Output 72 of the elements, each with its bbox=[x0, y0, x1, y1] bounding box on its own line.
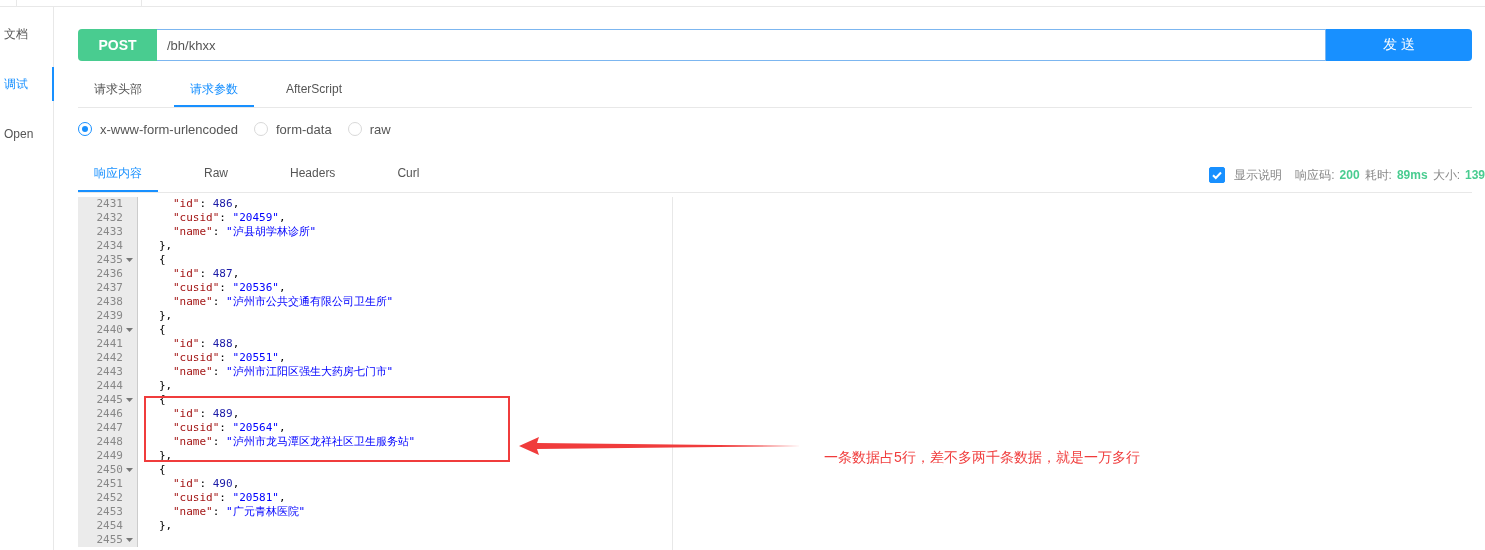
code-line: "id": 490, bbox=[173, 477, 240, 491]
fold-arrow-icon[interactable] bbox=[126, 258, 133, 262]
code-line: }, bbox=[159, 379, 173, 393]
line-number: 2434 bbox=[96, 239, 123, 253]
code-line: "name": "泸州市龙马潭区龙祥社区卫生服务站" bbox=[173, 435, 416, 449]
fold-arrow-icon[interactable] bbox=[126, 538, 133, 542]
radio-label[interactable]: form-data bbox=[276, 121, 332, 137]
code-line: "cusid": "20564", bbox=[173, 421, 286, 435]
line-number: 2455 bbox=[96, 533, 123, 547]
code-line: "name": "泸州市公共交通有限公司卫生所" bbox=[173, 295, 394, 309]
stat-value: 89ms bbox=[1396, 168, 1428, 182]
line-number: 2449 bbox=[96, 449, 123, 463]
checkbox-label[interactable]: 显示说明 bbox=[1234, 166, 1283, 184]
response-tab[interactable]: Raw bbox=[188, 156, 244, 192]
radio-label[interactable]: raw bbox=[369, 121, 391, 137]
fold-arrow-icon[interactable] bbox=[126, 328, 133, 332]
code-line: "cusid": "20459", bbox=[173, 211, 286, 225]
line-number: 2432 bbox=[96, 211, 123, 225]
url-field[interactable]: /bh/khxx bbox=[157, 29, 1326, 61]
fold-arrow-icon[interactable] bbox=[126, 468, 133, 472]
line-number: 2442 bbox=[96, 351, 123, 365]
line-number: 2438 bbox=[96, 295, 123, 309]
line-number: 2447 bbox=[96, 421, 123, 435]
code-line: "cusid": "20551", bbox=[173, 351, 286, 365]
line-number: 2443 bbox=[96, 365, 123, 379]
response-tab[interactable]: Headers bbox=[274, 156, 352, 192]
line-number: 2433 bbox=[96, 225, 123, 239]
code-line: }, bbox=[159, 309, 173, 323]
stat-value: 200 bbox=[1339, 168, 1360, 182]
checkbox[interactable] bbox=[1209, 167, 1226, 183]
line-number: 2436 bbox=[96, 267, 123, 281]
response-tab[interactable]: Curl bbox=[381, 156, 436, 192]
line-number: 2439 bbox=[96, 309, 123, 323]
line-number: 2437 bbox=[96, 281, 123, 295]
code-line: }, bbox=[159, 519, 173, 533]
request-tab[interactable]: AfterScript bbox=[270, 73, 358, 107]
line-number: 2452 bbox=[96, 491, 123, 505]
code-line: "cusid": "20581", bbox=[173, 491, 286, 505]
line-number: 2431 bbox=[96, 197, 123, 211]
fold-arrow-icon[interactable] bbox=[126, 398, 133, 402]
stat-value: 139 bbox=[1464, 168, 1485, 182]
code-line: "cusid": "20536", bbox=[173, 281, 286, 295]
line-number: 2448 bbox=[96, 435, 123, 449]
line-number: 2440 bbox=[96, 323, 123, 337]
code-line: "name": "泸州市江阳区强生大药房七门市" bbox=[173, 365, 394, 379]
radio-label[interactable]: x-www-form-urlencoded bbox=[100, 121, 238, 137]
code-line: "id": 486, bbox=[173, 197, 240, 211]
code-line: { bbox=[159, 323, 166, 337]
code-line: "name": "广元青林医院" bbox=[173, 505, 306, 519]
line-number: 2451 bbox=[96, 477, 123, 491]
line-number: 2445 bbox=[96, 393, 123, 407]
request-tab[interactable]: 请求头部 bbox=[78, 73, 158, 107]
sidebar-item[interactable]: 文档 bbox=[0, 17, 54, 51]
annotation-text: 一条数据占5行，差不多两千条数据，就是一万多行 bbox=[824, 449, 1140, 467]
line-number: 2441 bbox=[96, 337, 123, 351]
line-number: 2444 bbox=[96, 379, 123, 393]
code-line: { bbox=[159, 463, 166, 477]
line-number: 2454 bbox=[96, 519, 123, 533]
stat-label: 响应码: bbox=[1295, 166, 1335, 184]
code-line: { bbox=[159, 253, 166, 267]
line-number: 2446 bbox=[96, 407, 123, 421]
code-line: }, bbox=[159, 239, 173, 253]
code-line: "id": 489, bbox=[173, 407, 240, 421]
line-number: 2450 bbox=[96, 463, 123, 477]
sidebar-item[interactable]: Open bbox=[0, 117, 54, 151]
code-line: "id": 487, bbox=[173, 267, 240, 281]
code-line: "id": 488, bbox=[173, 337, 240, 351]
line-number: 2453 bbox=[96, 505, 123, 519]
line-number: 2435 bbox=[96, 253, 123, 267]
stat-label: 耗时: bbox=[1364, 166, 1392, 184]
stat-label: 大小: bbox=[1432, 166, 1460, 184]
code-line: "name": "泸县胡学林诊所" bbox=[173, 225, 317, 239]
